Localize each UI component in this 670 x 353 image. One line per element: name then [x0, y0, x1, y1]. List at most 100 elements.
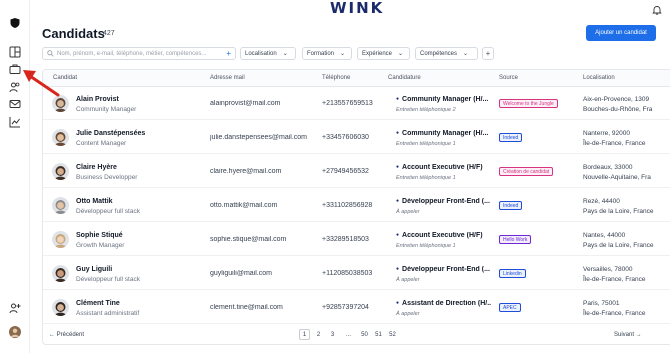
candidature-step: Entretien téléphonique 1: [396, 243, 456, 249]
location-region: Bouches-du-Rhône, Fra: [583, 106, 653, 113]
page-button[interactable]: 1: [299, 329, 310, 340]
table-header: Candidat Adresse mail Téléphone Candidat…: [43, 70, 670, 87]
filter-competences[interactable]: Compétences ⌄: [415, 47, 478, 60]
location-city: Nanterre, 92000: [583, 130, 630, 137]
table-row[interactable]: Otto Mattik Développeur full stack otto.…: [43, 189, 670, 222]
candidature-title[interactable]: Assistant de Direction (H/...: [396, 300, 491, 307]
page-button[interactable]: 51: [373, 329, 384, 340]
avatar: [52, 197, 69, 214]
source-badge: Indeed: [499, 133, 523, 142]
location-region: Île-de-France, France: [583, 140, 646, 147]
candidate-name[interactable]: Claire Hyère: [76, 164, 117, 171]
users-icon[interactable]: [8, 80, 22, 94]
candidature-step: Entretien téléphonique 1: [396, 141, 456, 147]
app-logo: WINK: [330, 0, 385, 17]
pagination: ← Précédent 1 2 3... 50 51 52 Suivant →: [43, 325, 670, 344]
candidate-email: alainprovist@mail.com: [210, 100, 281, 107]
page-title: Candidats: [42, 26, 105, 41]
candidate-email: sophie.stique@mail.com: [210, 236, 287, 243]
page-button[interactable]: 2: [313, 329, 324, 340]
table-row[interactable]: Julie Danstépensées Content Manager juli…: [43, 121, 670, 154]
column-header[interactable]: Candidat: [53, 75, 77, 81]
top-bar: WINK: [30, 0, 670, 17]
search-placeholder: Nom, prénom, e-mail, téléphone, métier, …: [57, 50, 207, 57]
chevron-down-icon: ⌄: [463, 51, 469, 57]
column-header[interactable]: Téléphone: [322, 75, 350, 81]
candidate-email: guyliguili@mail.com: [210, 270, 272, 277]
search-icon: [47, 50, 54, 57]
candidate-job: Assistant administratif: [76, 310, 140, 317]
candidate-phone: +92857397204: [322, 304, 369, 311]
user-avatar[interactable]: [8, 325, 22, 339]
candidate-email: clement.tine@mail.com: [210, 304, 283, 311]
table-row[interactable]: Alain Provist Community Manager alainpro…: [43, 87, 670, 120]
page-button[interactable]: 52: [387, 329, 398, 340]
table-row[interactable]: Guy Liguili Développeur full stack guyli…: [43, 257, 670, 290]
page-button[interactable]: 3: [327, 329, 338, 340]
search-input[interactable]: Nom, prénom, e-mail, téléphone, métier, …: [42, 47, 236, 60]
chart-icon[interactable]: [8, 115, 22, 129]
candidature-step: À appeler: [396, 277, 420, 283]
avatar: [52, 231, 69, 248]
candidate-phone: +331102856928: [322, 202, 373, 209]
avatar: [52, 95, 69, 112]
candidate-phone: +213557659513: [322, 100, 373, 107]
candidate-name[interactable]: Guy Liguili: [76, 266, 112, 273]
add-filter-button[interactable]: +: [482, 47, 494, 60]
candidature-title[interactable]: Développeur Front-End (...: [396, 266, 491, 273]
candidature-title[interactable]: Account Executive (H/F): [396, 164, 491, 171]
filter-localisation[interactable]: Localisation ⌄: [240, 47, 296, 60]
chevron-down-icon: ⌄: [340, 51, 346, 57]
dashboard-icon[interactable]: [8, 45, 22, 59]
column-header[interactable]: Source: [499, 75, 518, 81]
briefcase-icon[interactable]: [8, 62, 22, 76]
location-region: Nouvelle-Aquitaine, Fra: [583, 174, 651, 181]
candidate-email: julie.danstepensees@mail.com: [210, 134, 307, 141]
table-row[interactable]: Clément Tine Assistant administratif cle…: [43, 291, 670, 324]
candidature-title[interactable]: Account Executive (H/F): [396, 232, 491, 239]
avatar: [52, 299, 69, 316]
candidate-job: Content Manager: [76, 140, 127, 147]
add-candidate-button[interactable]: Ajouter un candidat: [586, 25, 656, 41]
table-row[interactable]: Claire Hyère Business Developper claire.…: [43, 155, 670, 188]
filter-label: Localisation: [245, 50, 277, 57]
location-region: Pays de la Loire, France: [583, 208, 654, 215]
filter-experience[interactable]: Expérience ⌄: [357, 47, 410, 60]
filter-label: Formation: [307, 50, 335, 57]
filter-formation[interactable]: Formation ⌄: [302, 47, 352, 60]
bell-icon[interactable]: [652, 2, 662, 15]
candidature-step: Entretien téléphonique 2: [396, 107, 456, 113]
candidature-title[interactable]: Community Manager (H/...: [396, 96, 491, 103]
candidature-step: Entretien téléphonique 1: [396, 175, 456, 181]
candidate-name[interactable]: Julie Danstépensées: [76, 130, 145, 137]
column-header[interactable]: Adresse mail: [210, 75, 245, 81]
chevron-down-icon: ⌄: [398, 51, 404, 57]
candidate-count: 427: [103, 30, 115, 37]
source-badge: Welcome to the Jungle: [499, 99, 558, 108]
page-button[interactable]: 50: [359, 329, 370, 340]
next-page-button[interactable]: Suivant →: [614, 332, 642, 338]
candidature-title[interactable]: Community Manager (H/...: [396, 130, 491, 137]
pagination-ellipsis: ...: [345, 331, 351, 338]
candidate-job: Développeur full stack: [76, 276, 140, 283]
candidate-name[interactable]: Sophie Stiqué: [76, 232, 123, 239]
source-badge: Linkedin: [499, 269, 526, 278]
location-city: Versailles, 78000: [583, 266, 633, 273]
previous-page-button[interactable]: ← Précédent: [49, 332, 84, 338]
candidates-table: Candidat Adresse mail Téléphone Candidat…: [42, 69, 670, 345]
location-region: Pays de la Loire, France: [583, 242, 654, 249]
add-user-icon[interactable]: [8, 301, 22, 315]
table-row[interactable]: Sophie Stiqué Growth Manager sophie.stiq…: [43, 223, 670, 256]
column-header[interactable]: Candidature: [388, 75, 421, 81]
candidate-phone: +33289518503: [322, 236, 369, 243]
candidate-job: Growth Manager: [76, 242, 125, 249]
chevron-down-icon: ⌄: [282, 51, 288, 57]
column-header[interactable]: Localisation: [583, 75, 615, 81]
mail-icon[interactable]: [8, 97, 22, 111]
source-badge: Hello Work: [499, 235, 532, 244]
candidate-name[interactable]: Alain Provist: [76, 96, 119, 103]
candidate-name[interactable]: Clément Tine: [76, 300, 120, 307]
candidate-name[interactable]: Otto Mattik: [76, 198, 113, 205]
candidature-title[interactable]: Développeur Front-End (...: [396, 198, 491, 205]
search-add-icon[interactable]: +: [226, 49, 231, 58]
